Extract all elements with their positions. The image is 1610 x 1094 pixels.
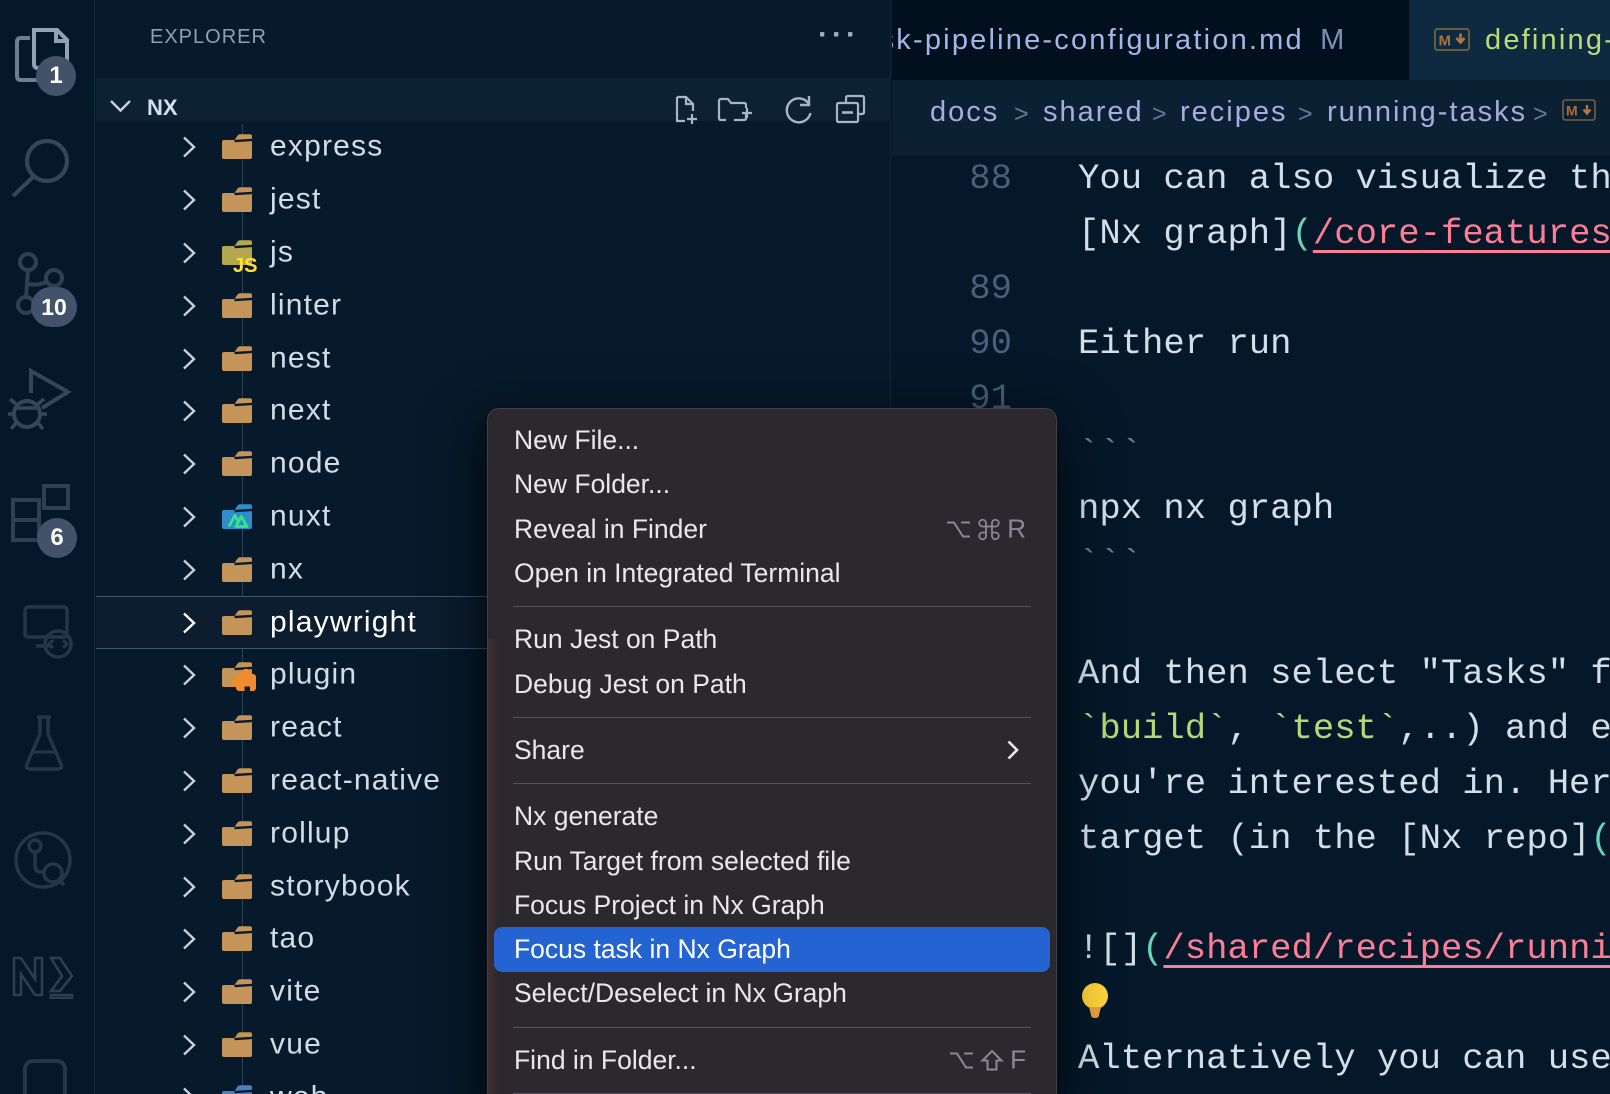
svg-text:JS: JS xyxy=(233,255,257,273)
svg-text:M: M xyxy=(1566,103,1578,119)
svg-text:M: M xyxy=(1439,33,1452,50)
